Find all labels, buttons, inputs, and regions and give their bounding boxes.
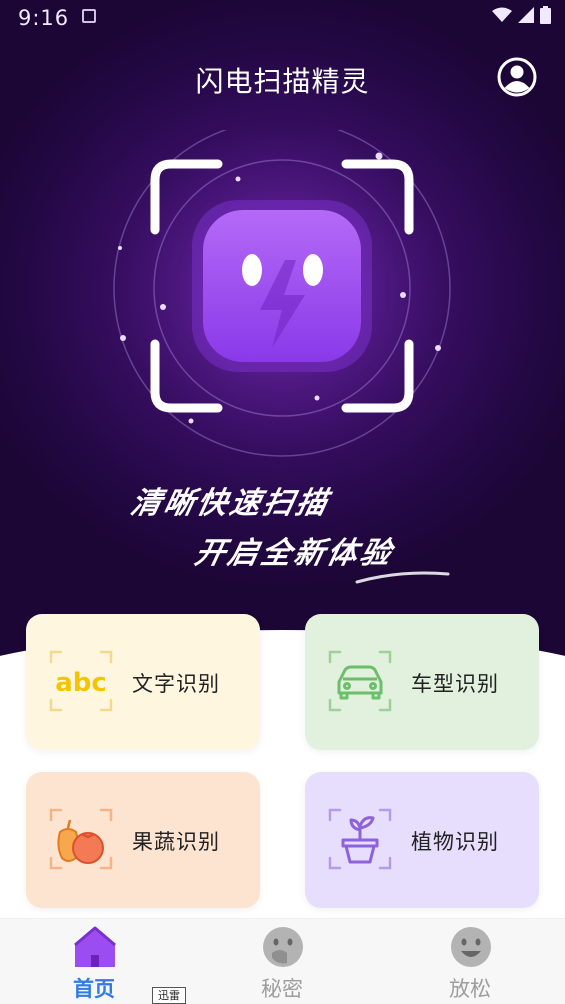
app-title: 闪电扫描精灵 [195, 65, 370, 98]
notification-icon [82, 9, 96, 23]
secret-face-icon [263, 927, 303, 967]
feature-card-car-recognition[interactable]: 车型识别 [305, 614, 539, 750]
smile-face-icon [451, 927, 491, 967]
download-toast: 迅雷 [152, 987, 186, 1004]
swoosh-decoration [355, 571, 450, 584]
feature-label: 植物识别 [411, 830, 499, 854]
scanner-illustration [113, 130, 451, 458]
feature-label: 车型识别 [411, 672, 499, 696]
tab-secret[interactable]: 秘密 [222, 919, 342, 1004]
feature-card-text-recognition[interactable]: abc 文字识别 [26, 614, 260, 750]
feature-card-plant-recognition[interactable]: 植物识别 [305, 772, 539, 908]
tab-label: 首页 [73, 977, 115, 1001]
battery-icon [540, 6, 551, 24]
car-icon [328, 650, 392, 712]
abc-text-icon: abc [49, 650, 113, 712]
fruit-vegetable-icon [49, 808, 113, 870]
slogan-line2: 开启全新体验 [191, 536, 397, 571]
tab-label: 秘密 [261, 977, 303, 1001]
status-icons [492, 6, 551, 24]
plant-pot-icon [328, 808, 392, 870]
signal-icon [518, 7, 534, 23]
status-time: 9:16 [18, 6, 70, 30]
abc-glyph: abc [55, 668, 107, 698]
tab-relax[interactable]: 放松 [410, 919, 530, 1004]
bottom-tab-bar: 首页 秘密 放松 [0, 918, 565, 1004]
status-bar: 9:16 [0, 0, 565, 34]
feature-label: 文字识别 [132, 672, 220, 696]
tab-home[interactable]: 首页 [34, 919, 154, 1004]
tab-label: 放松 [449, 977, 491, 1001]
slogan-line1: 清晰快速扫描 [127, 486, 333, 521]
feature-card-fruit-recognition[interactable]: 果蔬识别 [26, 772, 260, 908]
hero-banner: 9:16 闪电扫描精灵 清晰快速扫描 开启全新体验 [0, 0, 565, 700]
wifi-icon [492, 7, 512, 22]
home-icon [74, 926, 116, 967]
feature-label: 果蔬识别 [132, 830, 220, 854]
user-avatar-icon[interactable] [497, 57, 537, 97]
